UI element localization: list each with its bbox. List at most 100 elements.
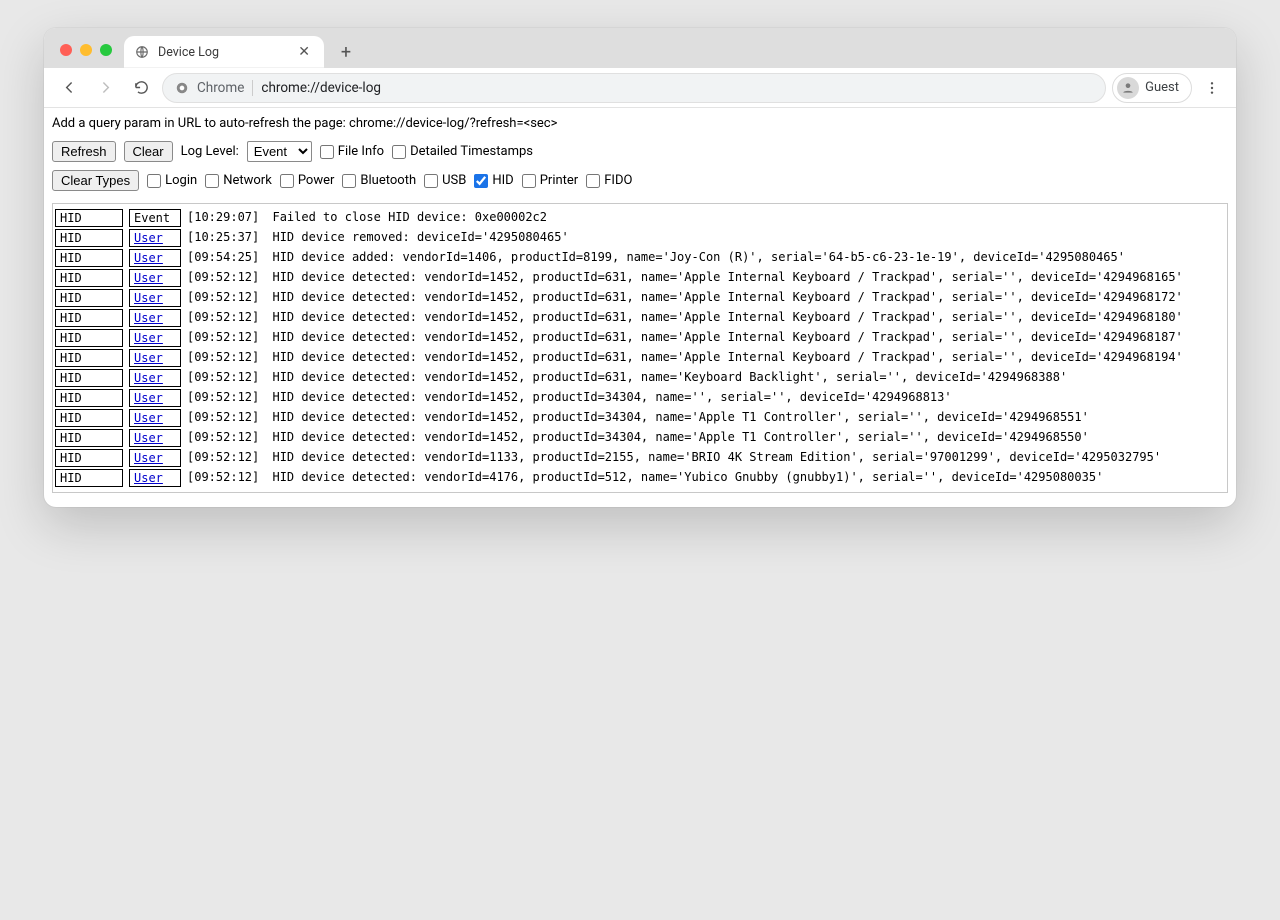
controls-row-1: Refresh Clear Log Level: EventUserDebugE… (50, 139, 1230, 168)
close-tab-icon[interactable]: ✕ (294, 42, 314, 62)
log-row: HIDUser[09:52:12] HID device detected: v… (55, 328, 1225, 348)
log-row: HIDUser[09:52:12] HID device detected: v… (55, 308, 1225, 328)
log-timestamp: [09:52:12] (187, 429, 259, 445)
tab-device-log[interactable]: Device Log ✕ (124, 36, 324, 68)
detailed-ts-label: Detailed Timestamps (410, 144, 533, 159)
type-filter-label: Network (223, 173, 272, 188)
log-level-chip[interactable]: User (129, 429, 181, 447)
type-filter-label: Bluetooth (360, 173, 416, 188)
type-filter-input-login[interactable] (147, 174, 161, 188)
log-message: HID device detected: vendorId=1452, prod… (265, 309, 1183, 325)
clear-button[interactable]: Clear (124, 141, 173, 162)
browser-window: Device Log ✕ + Chrome chrome://device-lo… (44, 28, 1236, 507)
log-level-chip: Event (129, 209, 181, 227)
log-row: HIDUser[09:52:12] HID device detected: v… (55, 468, 1225, 488)
file-info-input[interactable] (320, 145, 334, 159)
log-row: HIDUser[09:52:12] HID device detected: v… (55, 388, 1225, 408)
url-text: chrome://device-log (261, 80, 381, 96)
log-level-chip[interactable]: User (129, 329, 181, 347)
omnibox[interactable]: Chrome chrome://device-log (162, 73, 1106, 103)
log-timestamp: [09:52:12] (187, 369, 259, 385)
log-level-chip[interactable]: User (129, 289, 181, 307)
refresh-button[interactable]: Refresh (52, 141, 116, 162)
controls-row-2: Clear Types Login Network Power Bluetooth US… (50, 168, 1230, 197)
log-type-chip: HID (55, 269, 123, 287)
log-message: HID device detected: vendorId=1452, prod… (265, 289, 1183, 305)
log-row: HID User [09:52:12] HID device detected: v… (55, 348, 1225, 368)
log-timestamp: [10:25:37] (187, 229, 259, 245)
reload-button[interactable] (126, 73, 156, 103)
file-info-label: File Info (338, 144, 384, 159)
maximize-window-icon[interactable] (100, 44, 112, 56)
log-level-chip[interactable]: User (129, 469, 181, 487)
type-filter-printer[interactable]: Printer (522, 173, 579, 188)
close-window-icon[interactable] (60, 44, 72, 56)
log-level-chip[interactable]: User (129, 249, 181, 267)
log-type-chip: HID (55, 369, 123, 387)
log-timestamp: [10:29:07] (187, 209, 259, 225)
log-row: HIDUser[10:25:37] HID device removed: de… (55, 228, 1225, 248)
log-type-chip: HID (55, 209, 123, 227)
type-filter-network[interactable]: Network (205, 173, 272, 188)
type-filter-label: HID (492, 173, 513, 188)
type-filter-label: FIDO (604, 173, 632, 188)
type-filter-input-fido[interactable] (586, 174, 600, 188)
log-row: HIDUser[09:52:12] HID device detected: v… (55, 268, 1225, 288)
type-filter-label: Power (298, 173, 335, 188)
log-type-chip: HID (55, 349, 123, 367)
log-level-chip[interactable]: User (129, 269, 181, 287)
type-filter-login[interactable]: Login (147, 173, 197, 188)
log-level-chip[interactable]: User (129, 389, 181, 407)
log-row: HIDUser[09:52:12] HID device detected: v… (55, 408, 1225, 428)
type-filter-input-power[interactable] (280, 174, 294, 188)
log-level-chip[interactable]: User (129, 369, 181, 387)
type-filter-hid[interactable]: HID (474, 173, 513, 188)
url-prefix: Chrome (197, 80, 244, 96)
log-level-select[interactable]: EventUserDebugError (247, 141, 312, 162)
log-level-chip[interactable]: User (129, 229, 181, 247)
log-type-chip: HID (55, 469, 123, 487)
guest-avatar-icon (1117, 77, 1139, 99)
log-level-chip[interactable]: User (129, 309, 181, 327)
log-row: HIDUser[09:52:12] HID device detected: v… (55, 428, 1225, 448)
type-filter-label: Login (165, 173, 197, 188)
log-level-chip[interactable]: User (129, 449, 181, 467)
minimize-window-icon[interactable] (80, 44, 92, 56)
log-level-chip[interactable]: User (129, 349, 181, 367)
detailed-ts-checkbox[interactable]: Detailed Timestamps (392, 144, 533, 159)
log-level-label: Log Level: (181, 144, 239, 159)
new-tab-button[interactable]: + (332, 38, 360, 66)
toolbar: Chrome chrome://device-log Guest (44, 68, 1236, 108)
type-filter-label: Printer (540, 173, 579, 188)
log-type-chip: HID (55, 289, 123, 307)
log-list[interactable]: HIDEvent[10:29:07] Failed to close HID d… (52, 203, 1228, 493)
log-message: HID device detected: vendorId=1452, prod… (265, 349, 1183, 365)
type-filter-power[interactable]: Power (280, 173, 335, 188)
log-message: HID device detected: vendorId=4176, prod… (265, 469, 1103, 485)
log-row: HID User [09:52:12] HID device detected: v… (55, 368, 1225, 388)
type-filter-input-bluetooth[interactable] (342, 174, 356, 188)
log-row: HIDUser[09:52:12] HID device detected: v… (55, 448, 1225, 468)
detailed-ts-input[interactable] (392, 145, 406, 159)
profile-chip[interactable]: Guest (1112, 73, 1192, 103)
log-timestamp: [09:52:12] (187, 349, 259, 365)
type-filter-input-network[interactable] (205, 174, 219, 188)
log-message: HID device detected: vendorId=1452, prod… (265, 409, 1089, 425)
log-message: HID device detected: vendorId=1133, prod… (265, 449, 1161, 465)
type-filter-fido[interactable]: FIDO (586, 173, 632, 188)
log-timestamp: [09:52:12] (187, 289, 259, 305)
type-filter-bluetooth[interactable]: Bluetooth (342, 173, 416, 188)
forward-button[interactable] (90, 73, 120, 103)
type-filter-input-usb[interactable] (424, 174, 438, 188)
type-filter-input-hid[interactable] (474, 174, 488, 188)
clear-types-button[interactable]: Clear Types (52, 170, 139, 191)
log-message: HID device detected: vendorId=1452, prod… (265, 369, 1067, 385)
type-filter-input-printer[interactable] (522, 174, 536, 188)
file-info-checkbox[interactable]: File Info (320, 144, 384, 159)
page-content: Add a query param in URL to auto-refresh… (44, 108, 1236, 507)
log-message: HID device detected: vendorId=1452, prod… (265, 329, 1183, 345)
back-button[interactable] (54, 73, 84, 103)
menu-button[interactable] (1198, 80, 1226, 96)
type-filter-usb[interactable]: USB (424, 173, 466, 188)
log-level-chip[interactable]: User (129, 409, 181, 427)
